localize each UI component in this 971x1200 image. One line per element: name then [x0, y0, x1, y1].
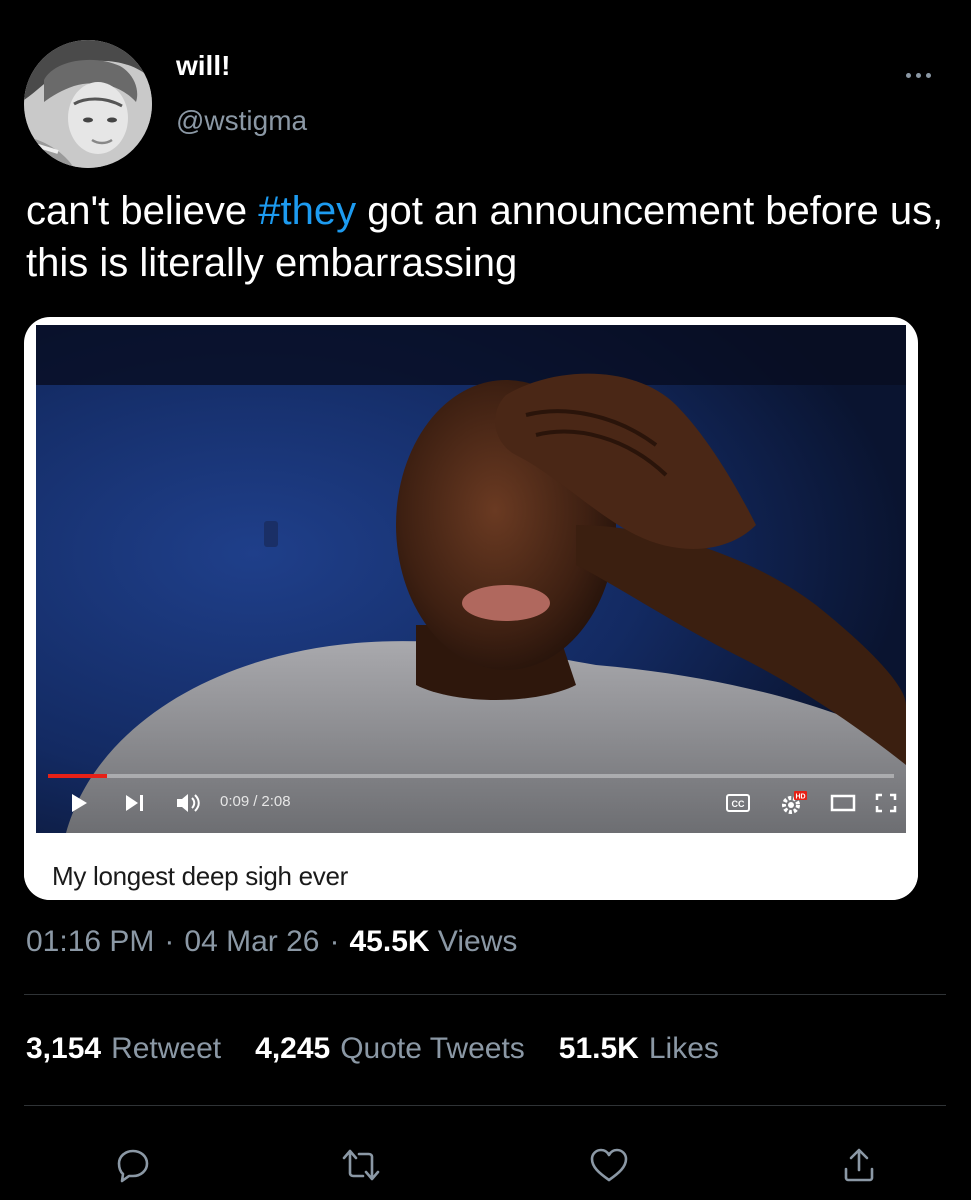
media-card[interactable]: 0:09/2:08 CC HD My longest deep sigh eve… [24, 317, 918, 900]
video-player[interactable]: 0:09/2:08 CC HD [36, 325, 906, 833]
current-time: 0:09 [220, 793, 250, 810]
avatar[interactable] [24, 40, 152, 168]
video-controls: 0:09/2:08 CC HD [36, 783, 906, 823]
tweet-text-before: can't believe [26, 189, 259, 233]
play-icon [72, 794, 87, 812]
quotes-stat[interactable]: 4,245 Quote Tweets [255, 1032, 525, 1066]
duration: 2:08 [261, 793, 291, 810]
display-name[interactable]: will! [176, 50, 230, 82]
meta-separator: · [329, 925, 340, 958]
divider [24, 994, 946, 995]
video-thumbnail [36, 325, 906, 833]
heart-icon [590, 1148, 628, 1182]
avatar-image [24, 40, 152, 168]
more-horizontal-icon-dot [915, 72, 921, 78]
video-progress-bar[interactable] [48, 774, 894, 778]
fullscreen-icon [875, 793, 897, 813]
theater-mode-button[interactable] [828, 789, 858, 817]
settings-button[interactable]: HD [776, 789, 810, 817]
retweet-icon [342, 1149, 380, 1181]
time-separator: / [253, 793, 258, 810]
retweet-button[interactable] [336, 1140, 386, 1190]
hd-badge: HD [795, 794, 805, 801]
likes-stat[interactable]: 51.5K Likes [559, 1032, 719, 1066]
settings-gear-icon: HD [782, 791, 807, 814]
quotes-label: Quote Tweets [340, 1032, 525, 1065]
more-horizontal-icon-dot [905, 72, 911, 78]
engagement-stats: 3,154 Retweet 4,245 Quote Tweets 51.5K Like… [26, 1032, 719, 1066]
hashtag-link[interactable]: #they [258, 189, 356, 233]
tweet-date[interactable]: 04 Mar 26 [184, 925, 319, 958]
quotes-count: 4,245 [255, 1032, 331, 1065]
volume-button[interactable] [172, 789, 206, 817]
captions-button[interactable]: CC [724, 789, 752, 817]
retweets-count: 3,154 [26, 1032, 102, 1065]
more-options-button[interactable] [896, 60, 940, 90]
action-bar [24, 1140, 946, 1190]
share-button[interactable] [834, 1140, 884, 1190]
volume-icon [177, 794, 200, 812]
views-label: Views [437, 925, 518, 958]
retweets-label: Retweet [111, 1032, 222, 1065]
like-button[interactable] [584, 1140, 634, 1190]
likes-count: 51.5K [558, 1032, 639, 1065]
tweet-meta: 01:16 PM · 04 Mar 26 · 45.5K Views [26, 925, 517, 959]
fullscreen-button[interactable] [872, 789, 900, 817]
video-progress-fill [48, 774, 108, 778]
video-caption: My longest deep sigh ever [52, 861, 349, 891]
more-horizontal-icon-dot [925, 72, 931, 78]
tweet-time[interactable]: 01:16 PM [26, 925, 154, 958]
reply-button[interactable] [108, 1140, 158, 1190]
next-icon [126, 795, 143, 811]
theater-mode-icon [830, 794, 856, 812]
retweets-stat[interactable]: 3,154 Retweet [26, 1032, 221, 1066]
share-icon [844, 1148, 874, 1182]
meta-separator: · [164, 925, 175, 958]
cc-label: CC [732, 799, 745, 809]
user-handle[interactable]: @wstigma [176, 105, 307, 137]
next-button[interactable] [120, 789, 150, 817]
tweet-text: can't believe #they got an announcement … [26, 185, 946, 289]
play-button[interactable] [64, 789, 94, 817]
likes-label: Likes [648, 1032, 719, 1065]
cc-icon: CC [726, 794, 750, 812]
video-caption-bar: My longest deep sigh ever [24, 833, 918, 900]
divider [24, 1105, 946, 1106]
reply-icon [117, 1149, 149, 1183]
views-count: 45.5K [349, 925, 430, 958]
video-time: 0:09/2:08 [220, 793, 291, 810]
